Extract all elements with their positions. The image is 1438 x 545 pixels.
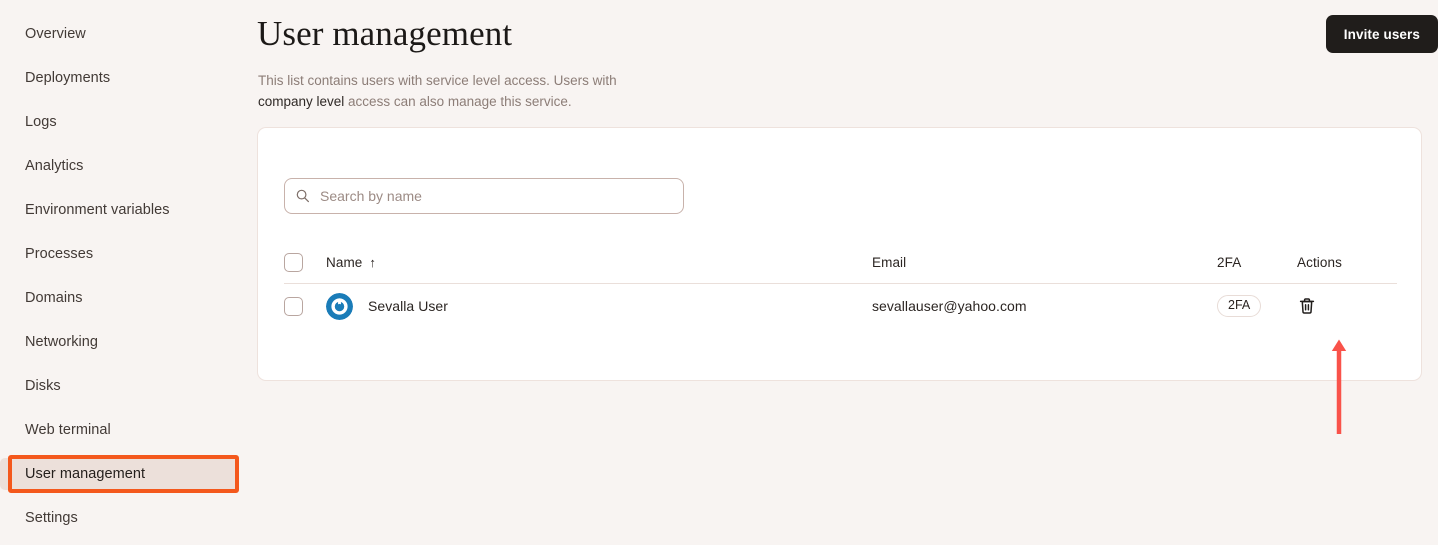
sidebar-nav: Overview Deployments Logs Analytics Envi… [0, 0, 257, 545]
page-description-part2: access can also manage this service. [344, 94, 572, 109]
trash-icon [1299, 298, 1315, 314]
sidebar-item-analytics[interactable]: Analytics [0, 150, 239, 182]
search-field-wrapper[interactable] [284, 178, 684, 214]
sidebar-item-label: Domains [25, 289, 83, 306]
column-header-2fa-label: 2FA [1217, 254, 1242, 270]
user-name-cell: Sevalla User [326, 292, 872, 320]
row-select-cell [284, 296, 326, 316]
sidebar-item-settings[interactable]: Settings [0, 502, 239, 534]
main-content: User management This list contains users… [257, 0, 1438, 545]
sidebar-item-label: Networking [25, 333, 99, 350]
column-header-email-label: Email [872, 254, 907, 270]
users-table: Name ↑ Email 2FA Actions Sevalla User se… [284, 241, 1397, 328]
page-description: This list contains users with service le… [258, 70, 658, 112]
sidebar-item-disks[interactable]: Disks [0, 370, 239, 402]
select-all-cell [284, 252, 326, 272]
sidebar-item-processes[interactable]: Processes [0, 238, 239, 270]
page-title: User management [257, 14, 513, 53]
invite-users-button[interactable]: Invite users [1325, 15, 1438, 53]
user-email: sevallauser@yahoo.com [872, 298, 1027, 314]
sidebar-item-label: Deployments [25, 69, 111, 86]
sidebar-item-web-terminal[interactable]: Web terminal [0, 414, 239, 446]
row-select-checkbox[interactable] [284, 296, 303, 316]
status-badge: 2FA [1217, 295, 1262, 317]
table-header-row: Name ↑ Email 2FA Actions [284, 241, 1397, 284]
column-header-2fa[interactable]: 2FA [1217, 255, 1297, 270]
column-header-actions-label: Actions [1297, 254, 1342, 270]
gravatar-logo-icon [326, 292, 353, 320]
sidebar-item-overview[interactable]: Overview [0, 18, 239, 50]
user-list-card: Name ↑ Email 2FA Actions [257, 127, 1422, 381]
page-description-part1: This list contains users with service le… [258, 73, 617, 88]
column-header-actions: Actions [1297, 255, 1397, 270]
sidebar-item-label: Disks [25, 377, 61, 394]
sidebar-item-environment-variables[interactable]: Environment variables [0, 194, 239, 226]
user-email-cell: sevallauser@yahoo.com [872, 298, 1217, 314]
sidebar-item-logs[interactable]: Logs [0, 106, 239, 138]
sidebar-item-networking[interactable]: Networking [0, 326, 239, 358]
sidebar-item-label: Environment variables [25, 201, 170, 218]
column-header-name[interactable]: Name ↑ [326, 255, 872, 270]
sort-ascending-icon: ↑ [369, 254, 377, 270]
sidebar-item-label: Settings [25, 509, 78, 526]
sidebar-item-domains[interactable]: Domains [0, 282, 239, 314]
sidebar-item-label: Processes [25, 245, 94, 262]
user-2fa-cell: 2FA [1217, 295, 1297, 317]
sidebar-item-label: Analytics [25, 157, 84, 174]
search-icon [296, 189, 309, 203]
table-row[interactable]: Sevalla User sevallauser@yahoo.com 2FA [284, 284, 1397, 328]
column-header-email[interactable]: Email [872, 255, 1217, 270]
sidebar-item-label: Logs [25, 113, 57, 130]
select-all-checkbox[interactable] [284, 252, 303, 272]
app-root: Overview Deployments Logs Analytics Envi… [0, 0, 1438, 545]
column-header-name-content: Name ↑ [326, 255, 376, 270]
column-header-name-label: Name [326, 254, 363, 270]
sidebar-item-user-management[interactable]: User management [0, 458, 239, 490]
sidebar-item-label: User management [25, 465, 146, 482]
search-input[interactable] [320, 188, 673, 204]
user-actions-cell [1297, 296, 1397, 316]
page-description-emphasis: company level [258, 94, 345, 109]
delete-user-button[interactable] [1297, 296, 1317, 316]
sidebar-item-label: Overview [25, 25, 86, 42]
sidebar-item-label: Web terminal [25, 421, 111, 438]
sidebar-item-deployments[interactable]: Deployments [0, 62, 239, 94]
user-name: Sevalla User [368, 298, 448, 314]
